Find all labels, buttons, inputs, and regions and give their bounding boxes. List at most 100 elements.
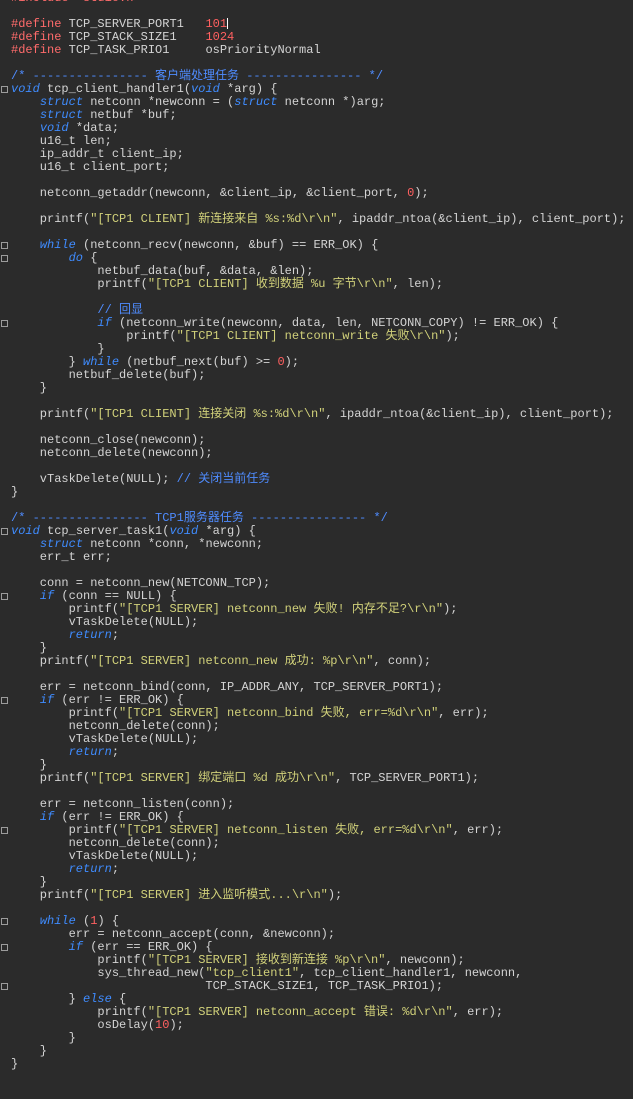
code-keyword: void: [11, 524, 40, 538]
code-line[interactable]: u16_t client_port;: [11, 161, 633, 174]
code-text: ip_addr_t client_ip;: [11, 147, 184, 161]
code-text: netbuf *buf;: [83, 108, 177, 122]
code-text: printf(: [11, 277, 148, 291]
code-comment: // 关闭当前任务: [176, 472, 271, 486]
code-keyword: else: [83, 992, 112, 1006]
code-text: err_t err;: [11, 550, 112, 564]
code-preprocessor: #include <stdio.h>: [11, 0, 141, 5]
code-text: vTaskDelete(NULL);: [11, 472, 177, 486]
code-string: "[TCP1 SERVER] 接收到新连接 %p\r\n": [147, 953, 386, 967]
code-line[interactable]: netbuf_delete(buf);: [11, 369, 633, 382]
code-string: "tcp_client1": [205, 966, 300, 980]
code-editor[interactable]: #include <stdio.h> #define TCP_SERVER_POR…: [0, 0, 633, 1099]
code-keyword: void: [39, 121, 69, 135]
code-text: }: [11, 485, 19, 499]
code-text: printf(: [11, 888, 91, 902]
code-line[interactable]: #define TCP_TASK_PRIO1 osPriorityNormal: [11, 44, 633, 57]
fold-toggle-icon[interactable]: [1, 320, 8, 327]
code-text: printf(: [11, 1005, 148, 1019]
code-text: netconn_getaddr(newconn, &client_ip, &cl…: [11, 186, 408, 200]
code-text: netconn *newconn = (: [83, 95, 235, 109]
code-line[interactable]: printf("[TCP1 CLIENT] 新连接来自 %s:%d\r\n", …: [11, 213, 633, 226]
code-line[interactable]: err_t err;: [11, 551, 633, 564]
code-line[interactable]: osDelay(10);: [11, 1019, 633, 1032]
code-text: osDelay(: [11, 1018, 156, 1032]
fold-toggle-icon[interactable]: [1, 86, 8, 93]
fold-toggle-icon[interactable]: [1, 242, 8, 249]
code-line[interactable]: }: [11, 486, 633, 499]
fold-toggle-icon[interactable]: [1, 528, 8, 535]
code-text: TCP_TASK_PRIO1 osPriorityNormal: [61, 43, 321, 57]
code-keyword: struct: [234, 95, 278, 109]
code-comment: /* ---------------- 客户端处理任务 ------------…: [11, 69, 384, 83]
code-line[interactable]: vTaskDelete(NULL); // 关闭当前任务: [11, 473, 633, 486]
code-text: (err != ERR_OK) {: [54, 693, 184, 707]
code-line[interactable]: return;: [11, 746, 633, 759]
code-area[interactable]: #include <stdio.h> #define TCP_SERVER_POR…: [11, 0, 633, 1071]
code-line[interactable]: while (netconn_recv(newconn, &buf) == ER…: [11, 239, 633, 252]
fold-toggle-icon[interactable]: [1, 983, 8, 990]
code-text: (netconn_recv(newconn, &buf) == ERR_OK) …: [75, 238, 379, 252]
code-line[interactable]: printf("[TCP1 CLIENT] 连接关闭 %s:%d\r\n", i…: [11, 408, 633, 421]
code-text: netbuf_data(buf, &data, &len);: [11, 264, 314, 278]
code-text: tcp_client_handler1(: [39, 82, 192, 96]
fold-toggle-icon[interactable]: [1, 827, 8, 834]
code-text: printf(: [11, 654, 91, 668]
code-keyword: while: [83, 355, 120, 369]
code-line[interactable]: }: [11, 1045, 633, 1058]
code-text: printf(: [11, 706, 120, 720]
code-string: "[TCP1 CLIENT] 新连接来自 %s:%d\r\n": [90, 212, 338, 226]
code-text: ;: [111, 862, 120, 876]
code-text: (: [75, 914, 91, 928]
code-text: }: [11, 992, 84, 1006]
code-string: "[TCP1 SERVER] netconn_new 成功: %p\r\n": [90, 654, 374, 668]
code-text: );: [445, 329, 460, 343]
code-line[interactable]: }: [11, 382, 633, 395]
code-line[interactable]: printf("[TCP1 SERVER] netconn_new 成功: %p…: [11, 655, 633, 668]
code-keyword: void: [11, 82, 40, 96]
code-text: printf(: [11, 329, 177, 343]
code-text: }: [11, 355, 84, 369]
fold-toggle-icon[interactable]: [1, 697, 8, 704]
code-text: netconn *)arg;: [277, 95, 386, 109]
code-line[interactable]: netconn_delete(newconn);: [11, 447, 633, 460]
code-text: );: [443, 602, 458, 616]
text-cursor: [227, 18, 229, 30]
code-keyword: struct: [39, 108, 84, 122]
code-text: netconn_delete(newconn);: [11, 446, 213, 460]
fold-toggle-icon[interactable]: [1, 255, 8, 262]
code-string: "[TCP1 SERVER] netconn_bind 失败, err=%d\r…: [119, 706, 439, 720]
code-line[interactable]: return;: [11, 629, 633, 642]
code-text: , ipaddr_ntoa(&client_ip), client_port);: [325, 407, 614, 421]
fold-toggle-icon[interactable]: [1, 944, 8, 951]
code-line[interactable]: printf("[TCP1 CLIENT] 收到数据 %u 字节\r\n", l…: [11, 278, 633, 291]
code-text: , newconn);: [385, 953, 465, 967]
code-keyword: void: [191, 82, 220, 96]
code-keyword: while: [39, 238, 76, 252]
code-text: conn = netconn_new(NETCONN_TCP);: [11, 576, 271, 590]
code-keyword: if: [39, 589, 55, 603]
code-string: "[TCP1 CLIENT] 连接关闭 %s:%d\r\n": [90, 407, 326, 421]
code-comment: // 回显: [97, 303, 144, 317]
fold-toggle-icon[interactable]: [1, 593, 8, 600]
code-text: }: [11, 1044, 48, 1058]
code-line[interactable]: }: [11, 1058, 633, 1071]
code-line[interactable]: }: [11, 1032, 633, 1045]
code-line[interactable]: printf("[TCP1 SERVER] 进入监听模式...\r\n");: [11, 889, 633, 902]
code-keyword: struct: [39, 537, 84, 551]
code-text: vTaskDelete(NULL);: [11, 849, 199, 863]
code-line[interactable]: netconn_getaddr(newconn, &client_ip, &cl…: [11, 187, 633, 200]
fold-toggle-icon[interactable]: [1, 918, 8, 925]
code-text: }: [11, 342, 105, 356]
code-text: printf(: [11, 212, 91, 226]
code-line[interactable]: return;: [11, 863, 633, 876]
code-line[interactable]: printf("[TCP1 SERVER] 绑定端口 %d 成功\r\n", T…: [11, 772, 633, 785]
code-text: u16_t client_port;: [11, 160, 170, 174]
